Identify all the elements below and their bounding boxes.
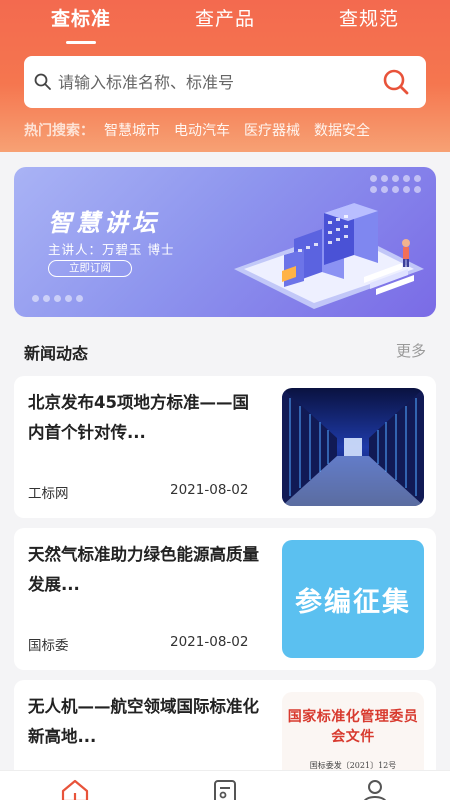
user-icon[interactable] bbox=[360, 779, 390, 800]
more-link[interactable]: 更多 bbox=[396, 340, 426, 361]
bottom-nav bbox=[0, 770, 450, 800]
hot-search: 热门搜索： 智慧城市 电动汽车 医疗器械 数据安全 bbox=[24, 118, 444, 142]
thumbnail-text: 参编征集 bbox=[295, 587, 411, 618]
document-icon[interactable] bbox=[210, 779, 240, 800]
banner-title: 智慧讲坛 bbox=[48, 209, 160, 237]
header: 查标准 查产品 查规范 热门搜索： 智慧城市 电动汽车 医疗器械 数据安全 bbox=[0, 0, 450, 152]
hot-search-item[interactable]: 医疗器械 bbox=[244, 120, 300, 140]
banner-subtitle: 主讲人：万碧玉 博士 bbox=[48, 242, 175, 257]
tab-regulations[interactable]: 查规范 bbox=[324, 4, 414, 31]
datacenter-thumbnail bbox=[282, 388, 424, 506]
hot-search-item[interactable]: 数据安全 bbox=[314, 120, 370, 140]
news-item[interactable]: 天然气标准助力绿色能源高质量发展... 国标委 2021-08-02 参编征集 bbox=[14, 528, 436, 670]
hot-search-label: 热门搜索： bbox=[24, 123, 94, 139]
smart-city-illustration-icon bbox=[234, 203, 424, 309]
news-title: 天然气标准助力绿色能源高质量发展... bbox=[28, 545, 259, 594]
tab-products[interactable]: 查产品 bbox=[180, 4, 270, 31]
server-room-icon bbox=[282, 388, 424, 506]
promo-banner[interactable]: 智慧讲坛 主讲人：万碧玉 博士 立即订阅 bbox=[14, 167, 436, 317]
news-item[interactable]: 北京发布45项地方标准——国内首个针对传... 工标网 2021-08-02 bbox=[14, 376, 436, 518]
hot-search-item[interactable]: 智慧城市 bbox=[104, 120, 160, 140]
news-source: 国标委 bbox=[28, 638, 69, 654]
call-for-participation-thumbnail: 参编征集 bbox=[282, 540, 424, 658]
section-title: 新闻动态 bbox=[24, 344, 89, 363]
top-tabs: 查标准 查产品 查规范 bbox=[0, 0, 450, 44]
tab-standards[interactable]: 查标准 bbox=[36, 4, 126, 31]
news-title: 北京发布45项地方标准——国内首个针对传... bbox=[28, 393, 249, 442]
news-date: 2021-08-02 bbox=[170, 634, 249, 650]
hot-search-item[interactable]: 电动汽车 bbox=[174, 120, 230, 140]
subscribe-button[interactable]: 立即订阅 bbox=[48, 260, 132, 277]
news-date: 2021-08-02 bbox=[170, 482, 249, 498]
search-icon[interactable] bbox=[382, 68, 410, 96]
news-section-header: 新闻动态 更多 bbox=[24, 338, 426, 363]
document-heading: 国家标准化管理委员会文件 bbox=[287, 709, 419, 745]
search-box[interactable] bbox=[24, 56, 426, 108]
search-input[interactable] bbox=[58, 68, 388, 96]
home-icon[interactable] bbox=[60, 779, 90, 800]
search-small-icon bbox=[34, 73, 51, 90]
news-title: 无人机——航空领域国际标准化新高地... bbox=[28, 697, 259, 746]
active-tab-indicator bbox=[66, 41, 96, 44]
news-source: 工标网 bbox=[28, 486, 69, 502]
